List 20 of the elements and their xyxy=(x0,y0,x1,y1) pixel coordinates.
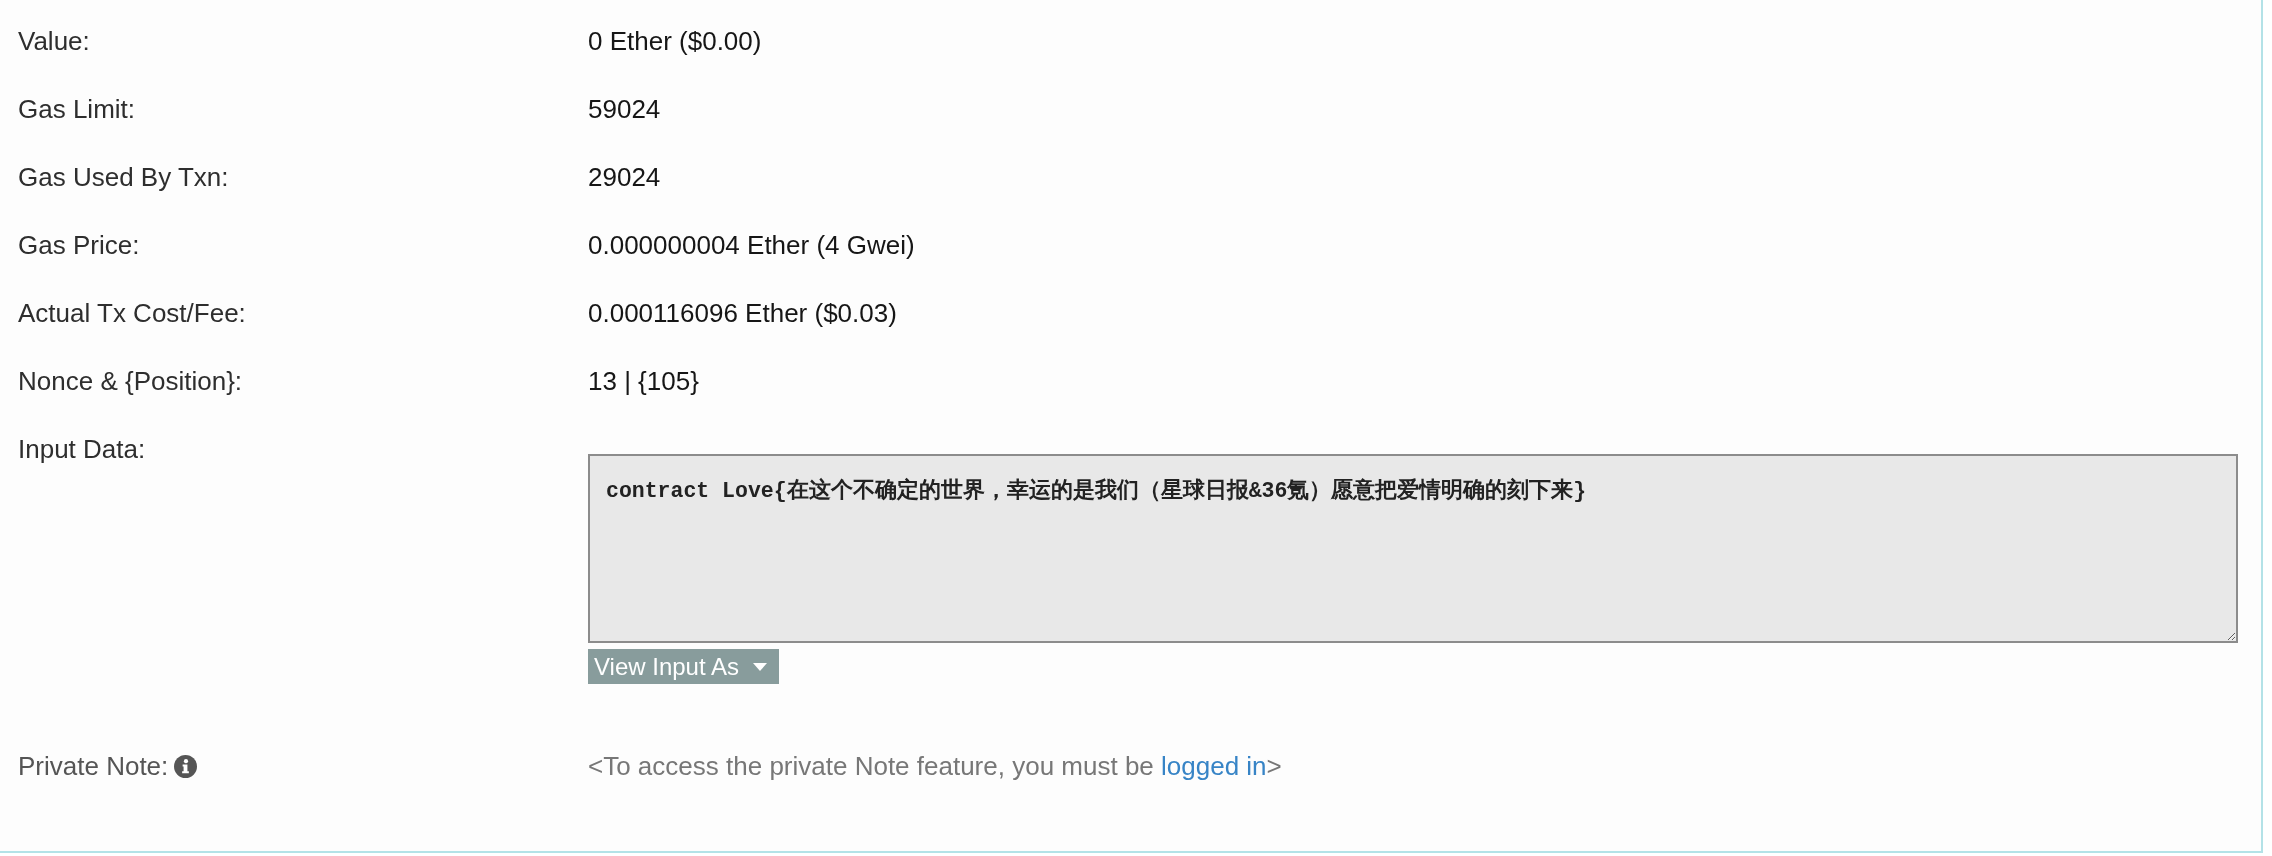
view-input-as-button[interactable]: View Input As xyxy=(588,649,779,684)
field-label: Gas Used By Txn: xyxy=(17,161,230,194)
info-icon xyxy=(174,754,198,778)
login-link[interactable]: logged in xyxy=(1161,751,1267,781)
field-label: Gas Limit: xyxy=(17,93,137,126)
field-label: Gas Price: xyxy=(17,229,141,262)
field-label: Input Data: xyxy=(17,433,147,466)
private-note-message: <To access the private Note feature, you must be logged in> xyxy=(588,751,1282,781)
field-value: 0.000000004 Ether (4 Gwei) xyxy=(588,230,915,260)
field-label: Private Note: xyxy=(18,750,169,783)
field-label: Value: xyxy=(17,25,91,58)
field-value: 0.000116096 Ether ($0.03) xyxy=(588,298,897,328)
input-data-field[interactable]: contract Love{在这个不确定的世界，幸运的是我们（星球日报&36氪）愿意把爱情明确的刻下来} xyxy=(588,454,2238,643)
field-label: Actual Tx Cost/Fee: xyxy=(17,297,247,330)
field-value: 13 | {105} xyxy=(588,366,699,396)
field-value: 0 Ether ($0.00) xyxy=(588,26,762,56)
field-value: 59024 xyxy=(588,94,661,124)
field-value: 29024 xyxy=(588,162,661,192)
caret-icon xyxy=(753,662,767,671)
field-label: Nonce & {Position}: xyxy=(17,365,244,398)
